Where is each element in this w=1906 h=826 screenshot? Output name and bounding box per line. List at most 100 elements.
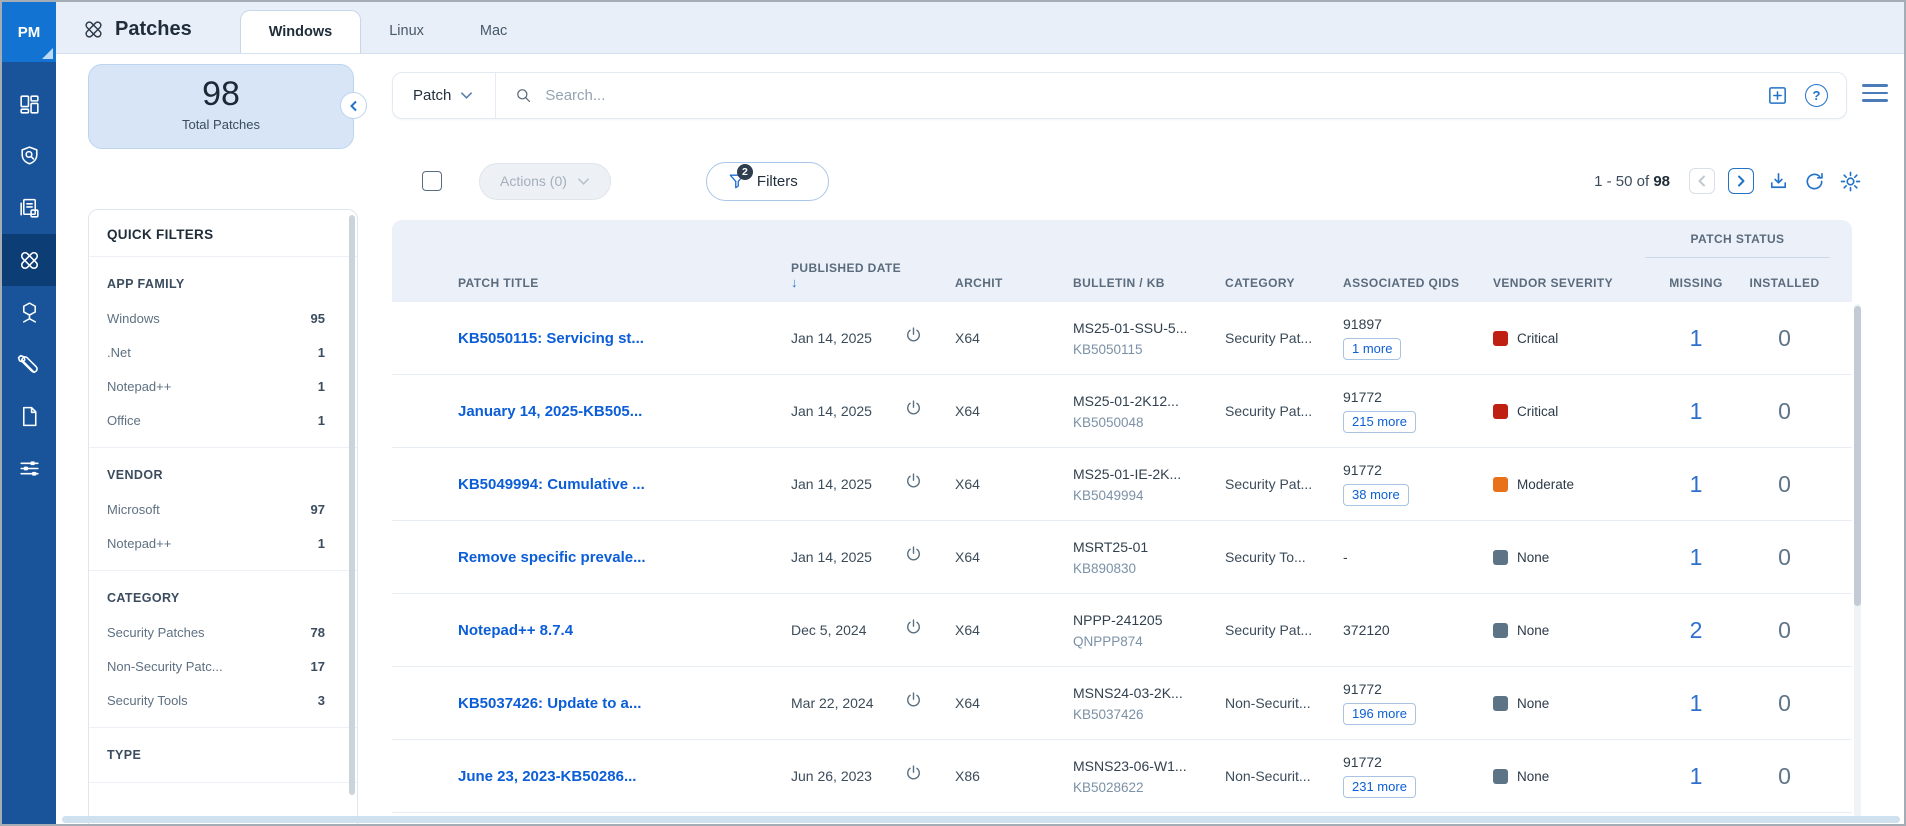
published-date-cell: Jan 14, 2025	[791, 549, 903, 565]
quick-filter-item[interactable]: Non-Security Patc... 17	[107, 649, 339, 683]
missing-count-link[interactable]: 1	[1655, 763, 1737, 790]
published-date-cell: Jan 14, 2025	[791, 330, 903, 346]
quick-filter-item[interactable]: Windows 95	[107, 301, 339, 335]
sidebar-item-configuration[interactable]	[2, 442, 56, 494]
refresh-icon[interactable]	[1803, 170, 1826, 193]
next-page-button[interactable]	[1728, 168, 1754, 194]
patch-title-link[interactable]: KB5050115: Servicing st...	[458, 330, 791, 347]
table-row[interactable]: KB5050115: Servicing st... Jan 14, 2025 …	[392, 302, 1852, 375]
tab-mac[interactable]: Mac	[452, 10, 535, 53]
qid-more-chip[interactable]: 38 more	[1343, 484, 1409, 506]
patch-title-link[interactable]: Notepad++ 8.7.4	[458, 622, 791, 639]
app-logo[interactable]: PM	[2, 2, 56, 62]
kb-id[interactable]: QNPPP874	[1073, 634, 1225, 649]
patch-title-link[interactable]: January 14, 2025-KB505...	[458, 403, 791, 420]
published-date-cell: Mar 22, 2024	[791, 695, 903, 711]
associated-qids-cell: -	[1343, 549, 1493, 565]
sidebar-item-assets[interactable]	[2, 286, 56, 338]
select-all-checkbox[interactable]	[422, 171, 442, 191]
download-icon[interactable]	[1767, 170, 1790, 193]
filters-count-badge: 2	[737, 164, 753, 180]
tab-windows[interactable]: Windows	[240, 10, 362, 53]
header-vendor-severity[interactable]: VENDOR SEVERITY	[1493, 276, 1655, 290]
qid-more-chip[interactable]: 231 more	[1343, 776, 1416, 798]
sidebar-item-dashboard[interactable]	[2, 78, 56, 130]
table-row[interactable]: Notepad++ 8.7.4 Dec 5, 2024 X64 NPPP-241…	[392, 594, 1852, 667]
table-scrollbar-thumb[interactable]	[1854, 306, 1861, 606]
prev-page-button[interactable]	[1689, 168, 1715, 194]
missing-count-link[interactable]: 1	[1655, 471, 1737, 498]
header-bulletin-kb[interactable]: BULLETIN / KB	[1073, 276, 1225, 290]
horizontal-scrollbar[interactable]	[62, 816, 1900, 823]
kb-id[interactable]: KB5050048	[1073, 415, 1225, 430]
table-row[interactable]: Remove specific prevale... Jan 14, 2025 …	[392, 521, 1852, 594]
vendor-severity-cell: Moderate	[1493, 477, 1655, 492]
quick-filters-scrollbar[interactable]	[349, 215, 355, 795]
quick-filter-item[interactable]: Notepad++ 1	[107, 526, 339, 560]
add-query-icon[interactable]	[1766, 84, 1789, 107]
patch-title-link[interactable]: June 23, 2023-KB50286...	[458, 768, 791, 785]
report-icon	[17, 196, 42, 221]
quick-filter-item[interactable]: Notepad++ 1	[107, 369, 339, 403]
quick-filter-item[interactable]: .Net 1	[107, 335, 339, 369]
sidebar-item-documents[interactable]	[2, 390, 56, 442]
header-patch-title[interactable]: PATCH TITLE	[458, 276, 791, 290]
kb-id[interactable]: KB5037426	[1073, 707, 1225, 722]
missing-count-link[interactable]: 1	[1655, 398, 1737, 425]
quick-filter-item[interactable]: Office 1	[107, 403, 339, 437]
quick-filter-item[interactable]: Security Patches 78	[107, 615, 339, 649]
table-row[interactable]: June 23, 2023-KB50286... Jun 26, 2023 X8…	[392, 740, 1852, 813]
help-icon[interactable]	[1805, 84, 1828, 107]
sidebar-item-reports[interactable]	[2, 182, 56, 234]
header-published-date[interactable]: PUBLISHED DATE	[791, 261, 903, 290]
missing-count-link[interactable]: 2	[1655, 617, 1737, 644]
missing-count-link[interactable]: 1	[1655, 544, 1737, 571]
menu-icon[interactable]	[1862, 84, 1888, 102]
settings-gear-icon[interactable]	[1839, 170, 1862, 193]
search-input[interactable]	[545, 87, 1766, 104]
quick-filter-item[interactable]: Security Tools 3	[107, 683, 339, 717]
associated-qids-cell: 91772 231 more	[1343, 754, 1493, 798]
bulletin-id: MSNS23-06-W1...	[1073, 758, 1225, 774]
sidebar-item-vulnerability[interactable]	[2, 130, 56, 182]
patch-title-link[interactable]: KB5037426: Update to a...	[458, 695, 791, 712]
quick-filter-item[interactable]: Microsoft 97	[107, 492, 339, 526]
header-category[interactable]: CATEGORY	[1225, 276, 1343, 290]
tab-linux[interactable]: Linux	[361, 10, 452, 53]
severity-color-swatch	[1493, 696, 1508, 711]
reboot-required-icon	[903, 763, 955, 789]
qid-more-chip[interactable]: 215 more	[1343, 411, 1416, 433]
qid-more-chip[interactable]: 196 more	[1343, 703, 1416, 725]
filters-button[interactable]: 2 Filters	[706, 162, 829, 201]
bulletin-kb-cell: MS25-01-2K12... KB5050048	[1073, 393, 1225, 430]
architecture-cell: X64	[955, 330, 1073, 346]
quick-filter-section-title: VENDOR	[107, 468, 339, 482]
header-missing[interactable]: MISSING	[1655, 276, 1737, 290]
missing-count-link[interactable]: 1	[1655, 690, 1737, 717]
collapse-panel-button[interactable]	[340, 92, 367, 119]
sidebar-item-patches[interactable]	[2, 234, 56, 286]
kb-id[interactable]: KB890830	[1073, 561, 1225, 576]
kb-id[interactable]: KB5050115	[1073, 342, 1225, 357]
kb-id[interactable]: KB5028622	[1073, 780, 1225, 795]
quick-filter-items: Security Patches 78 Non-Security Patc...…	[107, 615, 339, 717]
actions-button-label: Actions (0)	[500, 173, 567, 189]
sidebar-item-remediation[interactable]	[2, 338, 56, 390]
table-row[interactable]: KB5037426: Update to a... Mar 22, 2024 X…	[392, 667, 1852, 740]
patch-title-link[interactable]: KB5049994: Cumulative ...	[458, 476, 791, 493]
search-scope-dropdown[interactable]: Patch	[393, 73, 495, 118]
missing-count-link[interactable]: 1	[1655, 325, 1737, 352]
patch-title-link[interactable]: Remove specific prevale...	[458, 549, 791, 566]
associated-qids-cell: 91897 1 more	[1343, 316, 1493, 360]
table-row[interactable]: KB5049994: Cumulative ... Jan 14, 2025 X…	[392, 448, 1852, 521]
installed-count: 0	[1737, 471, 1832, 498]
kb-id[interactable]: KB5049994	[1073, 488, 1225, 503]
table-row[interactable]: January 14, 2025-KB505... Jan 14, 2025 X…	[392, 375, 1852, 448]
header-associated-qids[interactable]: ASSOCIATED QIDS	[1343, 276, 1493, 290]
table-scrollbar[interactable]	[1854, 304, 1861, 817]
actions-button[interactable]: Actions (0)	[479, 163, 611, 200]
header-installed[interactable]: INSTALLED	[1737, 276, 1832, 290]
header-architecture[interactable]: ARCHIT	[955, 276, 1073, 290]
severity-color-swatch	[1493, 550, 1508, 565]
qid-more-chip[interactable]: 1 more	[1343, 338, 1401, 360]
